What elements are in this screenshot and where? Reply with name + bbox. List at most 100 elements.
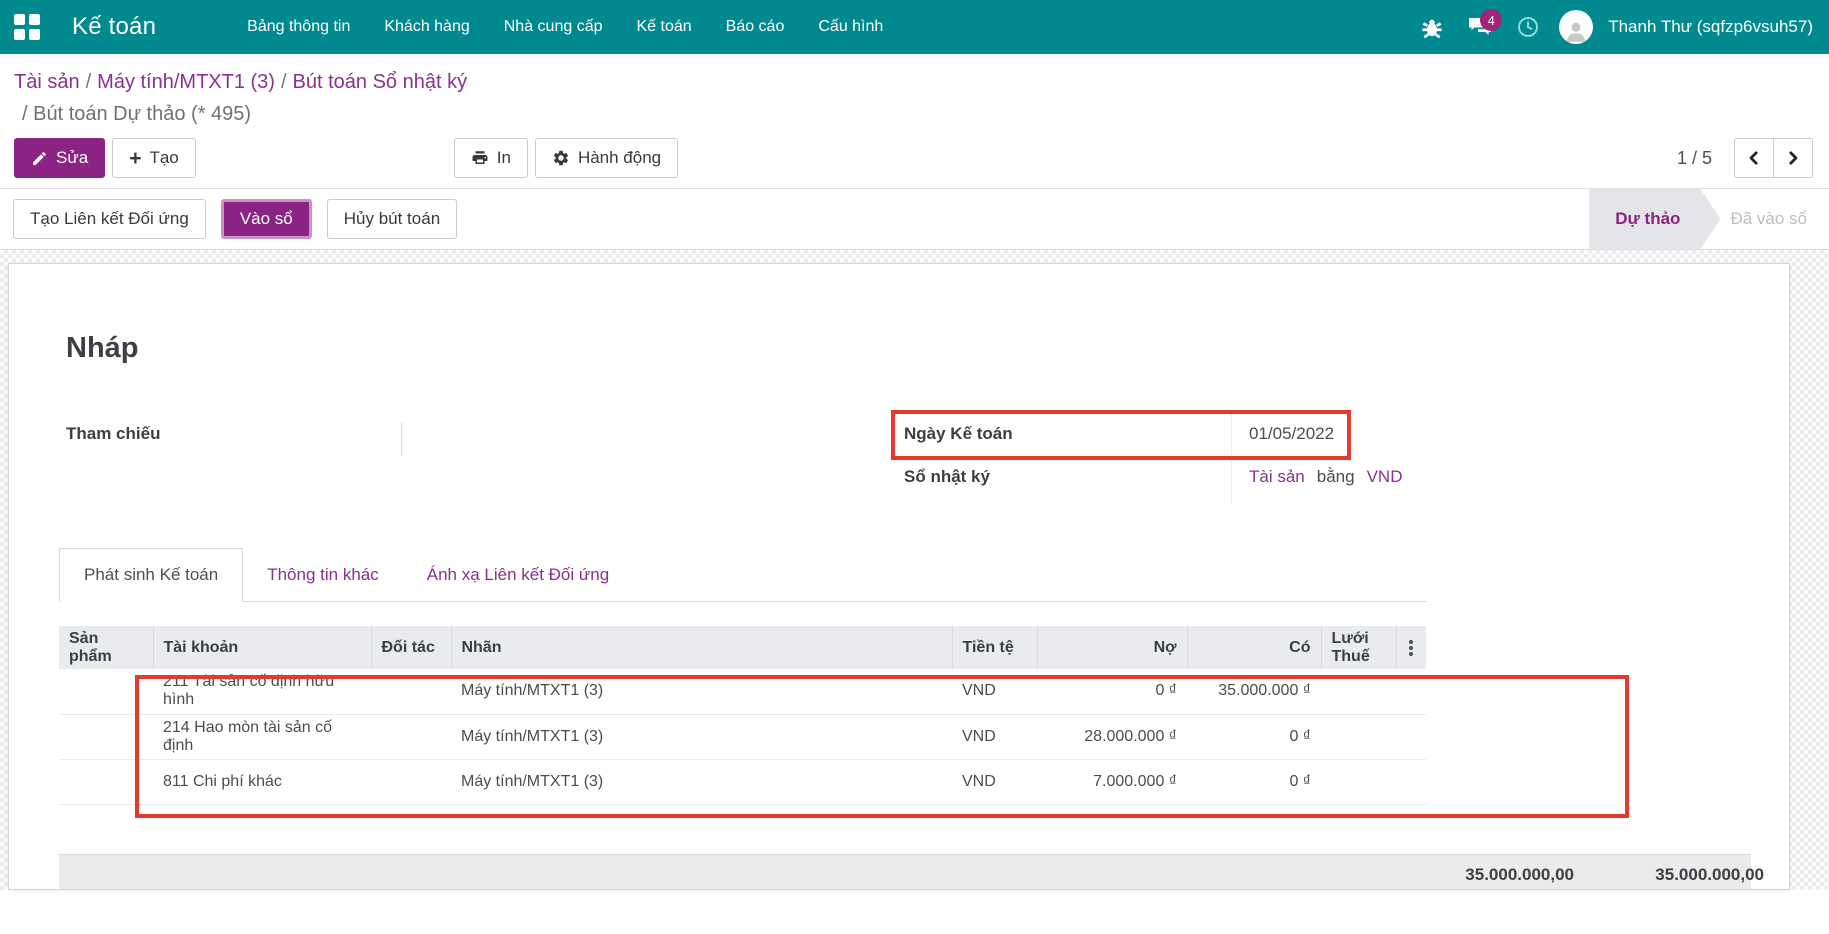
create-button[interactable]: + Tạo xyxy=(112,138,196,178)
journal-link[interactable]: Tài sản xyxy=(1249,467,1305,487)
column-header-credit[interactable]: Có xyxy=(1187,626,1321,669)
top-navbar: Kế toán Bảng thông tin Khách hàng Nhà cu… xyxy=(0,0,1829,54)
user-name[interactable]: Thanh Thư (sqfzp6vsuh57) xyxy=(1608,17,1813,37)
action-button[interactable]: Hành động xyxy=(535,138,678,178)
cell-product xyxy=(59,759,153,804)
form-sheet: Nháp Tham chiếu Ngày Kế toán 01/05/2022 … xyxy=(8,263,1790,890)
record-state-title: Nháp xyxy=(66,332,139,365)
tab-counterpart-mapping[interactable]: Ánh xạ Liên kết Đối ứng xyxy=(403,548,633,602)
cell-credit: 0 ₫ xyxy=(1187,759,1321,804)
column-header-partner[interactable]: Đối tác xyxy=(371,626,451,669)
cell-tax-grid xyxy=(1321,669,1396,714)
breadcrumb: Tài sản/Máy tính/MTXT1 (3)/Bút toán Sổ n… xyxy=(14,66,1813,98)
cell-label: Máy tính/MTXT1 (3) xyxy=(451,669,952,714)
statusbar: Tạo Liên kết Đối ứng Vào sổ Hủy bút toán… xyxy=(0,188,1829,250)
journal-currency-link[interactable]: VND xyxy=(1367,467,1403,487)
column-header-debit[interactable]: Nợ xyxy=(1037,626,1187,669)
cell-debit: 0 ₫ xyxy=(1037,669,1187,714)
reference-field-label: Tham chiếu xyxy=(66,424,160,444)
message-count-badge: 4 xyxy=(1480,9,1502,31)
edit-button[interactable]: Sửa xyxy=(14,138,105,178)
messages-icon[interactable]: 4 xyxy=(1460,7,1500,47)
kebab-icon xyxy=(1407,640,1417,656)
activities-clock-icon[interactable] xyxy=(1508,7,1548,47)
apps-menu-button[interactable] xyxy=(0,0,54,54)
table-row[interactable]: 811 Chi phí khác Máy tính/MTXT1 (3) VND … xyxy=(59,759,1426,804)
pager: 1 / 5 xyxy=(1677,138,1813,178)
systray: 4 Thanh Thư (sqfzp6vsuh57) xyxy=(1412,7,1829,47)
pager-next-button[interactable] xyxy=(1773,138,1813,178)
journal-items-table: Sản phẩm Tài khoản Đối tác Nhãn Tiền tệ … xyxy=(59,626,1426,805)
field-column-divider xyxy=(1231,414,1232,504)
tab-journal-items[interactable]: Phát sinh Kế toán xyxy=(59,548,243,602)
breadcrumb-asset-link[interactable]: Máy tính/MTXT1 (3) xyxy=(97,71,275,93)
cell-partner xyxy=(371,714,451,759)
pager-count: 1 / 5 xyxy=(1677,148,1712,169)
accounting-date-value: 01/05/2022 xyxy=(1249,424,1334,444)
journal-value-group: Tài sản bằng VND xyxy=(1249,467,1402,487)
cell-credit: 35.000.000 ₫ xyxy=(1187,669,1321,714)
cell-account: 214 Hao mòn tài sản cố định xyxy=(153,714,371,759)
cell-label: Máy tính/MTXT1 (3) xyxy=(451,759,952,804)
menu-configuration[interactable]: Cấu hình xyxy=(801,0,900,54)
app-title[interactable]: Kế toán xyxy=(72,13,156,41)
cell-debit: 7.000.000 ₫ xyxy=(1037,759,1187,804)
plus-icon: + xyxy=(129,148,141,169)
gear-icon xyxy=(552,149,570,167)
total-credit: 35.000.000,00 xyxy=(1539,865,1764,885)
pager-previous-button[interactable] xyxy=(1734,138,1774,178)
cell-account: 811 Chi phí khác xyxy=(153,759,371,804)
accounting-date-label: Ngày Kế toán xyxy=(904,424,1013,444)
cell-currency: VND xyxy=(952,714,1037,759)
cell-label: Máy tính/MTXT1 (3) xyxy=(451,714,952,759)
status-steps: Dự thảo Đã vào sổ xyxy=(1589,189,1829,249)
column-header-label[interactable]: Nhãn xyxy=(451,626,952,669)
breadcrumb-current: / Bút toán Dự thảo (* 495) xyxy=(14,98,1813,130)
cell-debit: 28.000.000 ₫ xyxy=(1037,714,1187,759)
breadcrumb-assets-link[interactable]: Tài sản xyxy=(14,71,80,93)
user-avatar[interactable] xyxy=(1556,7,1596,47)
chevron-right-icon xyxy=(1784,149,1802,167)
column-header-tax-grid[interactable]: Lưới Thuế xyxy=(1321,626,1396,669)
column-header-product[interactable]: Sản phẩm xyxy=(59,626,153,669)
post-button[interactable]: Vào sổ xyxy=(221,199,312,239)
cancel-entry-button[interactable]: Hủy bút toán xyxy=(327,199,457,239)
print-button[interactable]: In xyxy=(454,138,528,178)
breadcrumb-journal-entries-link[interactable]: Bút toán Sổ nhật ký xyxy=(293,71,468,93)
form-view-background: Nháp Tham chiếu Ngày Kế toán 01/05/2022 … xyxy=(0,250,1829,890)
tab-other-info[interactable]: Thông tin khác xyxy=(243,548,403,602)
menu-dashboard[interactable]: Bảng thông tin xyxy=(230,0,367,54)
main-menu: Bảng thông tin Khách hàng Nhà cung cấp K… xyxy=(230,0,900,54)
control-buttons-row: Sửa + Tạo In Hành động 1 / 5 xyxy=(14,138,1813,178)
menu-customers[interactable]: Khách hàng xyxy=(367,0,486,54)
notebook-tabs: Phát sinh Kế toán Thông tin khác Ánh xạ … xyxy=(59,548,1426,602)
cell-currency: VND xyxy=(952,759,1037,804)
table-row[interactable]: 214 Hao mòn tài sản cố định Máy tính/MTX… xyxy=(59,714,1426,759)
status-step-posted[interactable]: Đã vào sổ xyxy=(1720,189,1829,249)
breadcrumb-separator: / xyxy=(80,71,98,93)
optional-columns-toggle[interactable] xyxy=(1396,626,1426,669)
column-header-account[interactable]: Tài khoản xyxy=(153,626,371,669)
pencil-icon xyxy=(31,150,48,167)
cell-product xyxy=(59,714,153,759)
apps-grid-icon xyxy=(14,14,40,40)
cell-partner xyxy=(371,759,451,804)
journal-with-text: bằng xyxy=(1317,467,1355,487)
cell-account: 211 Tài sản cố định hữu hình xyxy=(153,669,371,714)
menu-accounting[interactable]: Kế toán xyxy=(619,0,708,54)
status-step-draft[interactable]: Dự thảo xyxy=(1589,189,1720,249)
totals-bar: 35.000.000,00 35.000.000,00 xyxy=(59,854,1751,890)
control-panel: Tài sản/Máy tính/MTXT1 (3)/Bút toán Sổ n… xyxy=(0,54,1829,188)
column-header-currency[interactable]: Tiền tệ xyxy=(952,626,1037,669)
create-counterpart-button[interactable]: Tạo Liên kết Đối ứng xyxy=(13,199,206,239)
printer-icon xyxy=(471,149,489,167)
cell-tax-grid xyxy=(1321,714,1396,759)
breadcrumb-separator: / xyxy=(275,71,293,93)
menu-reports[interactable]: Báo cáo xyxy=(709,0,802,54)
journal-label: Sổ nhật ký xyxy=(904,467,990,487)
table-row[interactable]: 211 Tài sản cố định hữu hình Máy tính/MT… xyxy=(59,669,1426,714)
cell-credit: 0 ₫ xyxy=(1187,714,1321,759)
menu-vendors[interactable]: Nhà cung cấp xyxy=(487,0,620,54)
cell-currency: VND xyxy=(952,669,1037,714)
debug-bug-icon[interactable] xyxy=(1412,7,1452,47)
